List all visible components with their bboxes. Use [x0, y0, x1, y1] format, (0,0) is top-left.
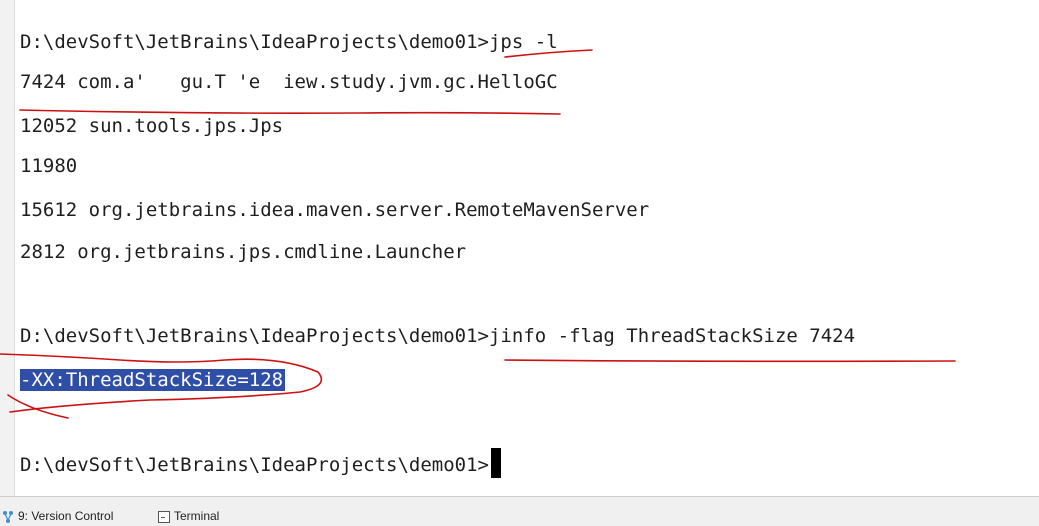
terminal-line: 15612 org.jetbrains.idea.maven.server.Re…	[20, 199, 650, 221]
terminal-line: D:\devSoft\JetBrains\IdeaProjects\demo01…	[20, 31, 558, 53]
version-control-tab[interactable]: 9: Version Control	[2, 507, 113, 526]
terminal-line: D:\devSoft\JetBrains\IdeaProjects\demo01…	[20, 325, 856, 347]
terminal-line: 2812 org.jetbrains.jps.cmdline.Launcher	[20, 241, 467, 263]
terminal-tab[interactable]: Terminal	[158, 507, 219, 526]
terminal-output[interactable]: D:\devSoft\JetBrains\IdeaProjects\demo01…	[20, 0, 1039, 497]
terminal-icon	[158, 510, 170, 523]
version-control-label: 9: Version Control	[18, 509, 114, 523]
tool-window-bar: 9: Version Control Terminal	[0, 496, 1039, 526]
selected-text[interactable]: -XX:ThreadStackSize=128	[20, 369, 286, 391]
terminal-line: 12052 sun.tools.jps.Jps	[20, 115, 284, 137]
terminal-prompt-line[interactable]: D:\devSoft\JetBrains\IdeaProjects\demo01…	[20, 448, 501, 478]
terminal-prompt: D:\devSoft\JetBrains\IdeaProjects\demo01…	[20, 454, 489, 476]
editor-gutter	[0, 0, 15, 497]
terminal-label: Terminal	[174, 509, 220, 523]
vcs-branch-icon	[3, 510, 13, 523]
text-cursor	[491, 448, 501, 478]
terminal-line: 7424 com.a' gu.T 'e iew.study.jvm.gc.Hel…	[20, 71, 558, 93]
terminal-line-selected: -XX:ThreadStackSize=128	[20, 366, 286, 394]
terminal-line: 11980	[20, 155, 78, 177]
